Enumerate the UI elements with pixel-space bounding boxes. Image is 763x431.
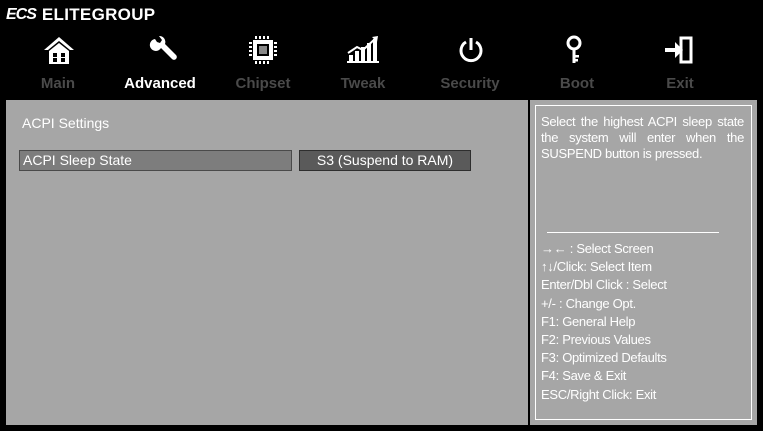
tab-exit[interactable]: Exit [630, 72, 730, 96]
settings-panel: ACPI Settings ACPI Sleep State S3 (Suspe… [6, 100, 528, 425]
home-icon[interactable] [14, 30, 104, 70]
tab-boot[interactable]: Boot [527, 72, 627, 96]
help-box: Select the highest ACPI sleep state the … [535, 105, 752, 420]
setting-row-acpi-sleep-state[interactable]: ACPI Sleep State S3 (Suspend to RAM) [19, 150, 522, 171]
key-hint: F1: General Help [541, 313, 636, 329]
key-hint: ESC/Right Click: Exit [541, 386, 657, 402]
key-hint: ↑↓/Click: Select Item [541, 259, 652, 275]
section-title: ACPI Settings [22, 115, 110, 131]
tab-main[interactable]: Main [8, 72, 108, 96]
tab-advanced[interactable]: Advanced [110, 72, 210, 96]
help-panel: Select the highest ACPI sleep state the … [530, 100, 757, 425]
exit-icon[interactable] [633, 30, 723, 70]
key-legend: →← : Select Screen ↑↓/Click: Select Item… [541, 240, 751, 404]
key-icon[interactable] [529, 30, 619, 70]
power-icon[interactable] [426, 30, 516, 70]
key-hint: Enter/Dbl Click : Select [541, 277, 667, 293]
setting-label[interactable]: ACPI Sleep State [19, 150, 292, 171]
key-hint: F2: Previous Values [541, 332, 651, 348]
setting-value-dropdown[interactable]: S3 (Suspend to RAM) [299, 150, 471, 171]
brand: ECS ELITEGROUP [6, 4, 155, 26]
icon-bar [0, 30, 763, 70]
tab-bar: Main Advanced Chipset Tweak Security Boo… [0, 72, 763, 96]
key-hint: F3: Optimized Defaults [541, 350, 667, 366]
ecs-logo: ECS [6, 6, 37, 23]
chip-icon[interactable] [218, 30, 308, 70]
wrench-icon[interactable] [119, 30, 209, 70]
tweak-graph-icon[interactable] [318, 30, 408, 70]
key-hint: F4: Save & Exit [541, 368, 627, 384]
help-description: Select the highest ACPI sleep state the … [541, 114, 744, 161]
bios-screen: ECS ELITEGROUP Main Advanced Chipset Twe… [0, 0, 763, 431]
key-hint: →← : Select Screen [541, 241, 654, 256]
tab-tweak[interactable]: Tweak [313, 72, 413, 96]
key-hint: +/- : Change Opt. [541, 295, 636, 311]
tab-chipset[interactable]: Chipset [213, 72, 313, 96]
help-divider [547, 232, 719, 233]
brand-name: ELITEGROUP [41, 5, 156, 24]
tab-security[interactable]: Security [420, 72, 520, 96]
